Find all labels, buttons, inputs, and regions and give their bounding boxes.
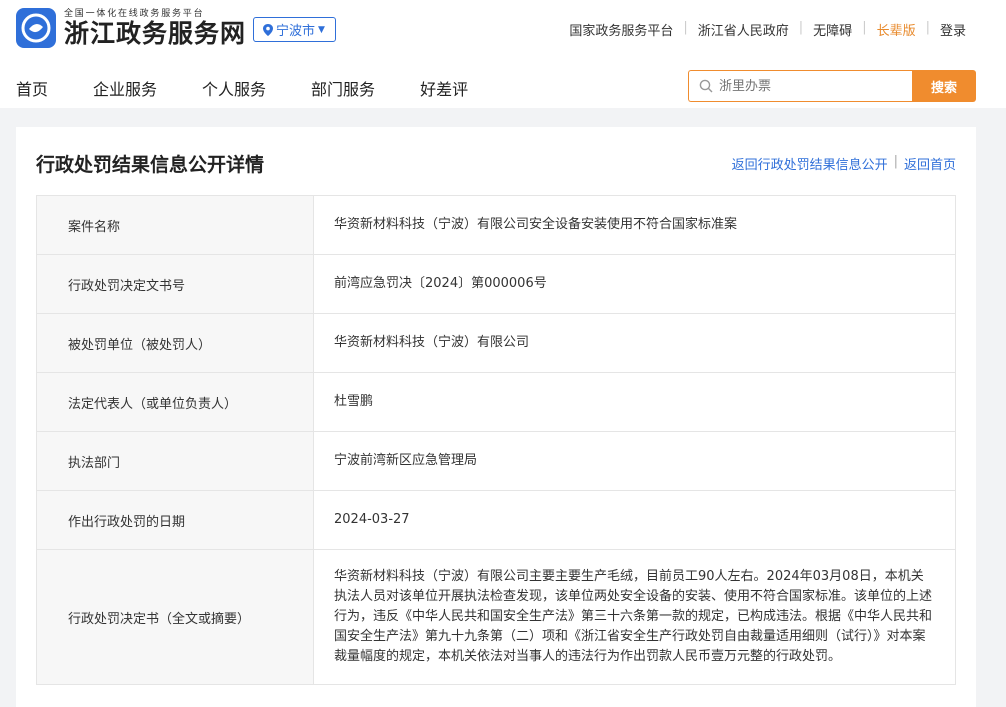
field-label: 行政处罚决定书（全文或摘要） — [36, 549, 314, 685]
field-value: 宁波前湾新区应急管理局 — [313, 431, 956, 491]
link-national-platform[interactable]: 国家政务服务平台 — [559, 20, 683, 39]
region-selector[interactable]: 宁波市 ▼ — [253, 17, 336, 42]
back-to-list-link[interactable]: 返回行政处罚结果信息公开 — [732, 154, 888, 173]
detail-table: 案件名称 华资新材料科技（宁波）有限公司安全设备安装使用不符合国家标准案 行政处… — [36, 195, 956, 685]
search-box — [688, 70, 912, 102]
field-label: 被处罚单位（被处罚人） — [36, 313, 314, 373]
search-icon — [699, 79, 713, 93]
link-accessibility[interactable]: 无障碍 — [803, 20, 862, 39]
main-nav: 首页 企业服务 个人服务 部门服务 好差评 — [16, 76, 513, 100]
nav-item-home[interactable]: 首页 — [16, 76, 48, 100]
field-label: 执法部门 — [36, 431, 314, 491]
site-header: 全国一体化在线政务服务平台 浙江政务服务网 宁波市 ▼ 国家政务服务平台 | 浙… — [0, 0, 1006, 108]
field-value: 杜雪鹏 — [313, 372, 956, 432]
nav-item-personal[interactable]: 个人服务 — [202, 76, 266, 100]
field-label: 法定代表人（或单位负责人） — [36, 372, 314, 432]
divider: | — [893, 154, 898, 169]
logo-icon — [16, 8, 56, 48]
field-label: 作出行政处罚的日期 — [36, 490, 314, 550]
table-row: 法定代表人（或单位负责人） 杜雪鹏 — [36, 372, 956, 432]
search-button[interactable]: 搜索 — [912, 70, 976, 102]
back-home-link[interactable]: 返回首页 — [904, 154, 956, 173]
link-provincial-government[interactable]: 浙江省人民政府 — [688, 20, 799, 39]
table-row: 作出行政处罚的日期 2024-03-27 — [36, 490, 956, 550]
table-row: 被处罚单位（被处罚人） 华资新材料科技（宁波）有限公司 — [36, 313, 956, 373]
logo-title: 浙江政务服务网 — [64, 19, 247, 48]
login-link[interactable]: 登录 — [930, 20, 976, 39]
search-bar: 搜索 — [688, 70, 976, 102]
back-links: 返回行政处罚结果信息公开 | 返回首页 — [732, 154, 956, 173]
site-logo[interactable]: 全国一体化在线政务服务平台 浙江政务服务网 — [16, 8, 246, 48]
field-value: 华资新材料科技（宁波）有限公司安全设备安装使用不符合国家标准案 — [313, 195, 956, 255]
field-value: 2024-03-27 — [313, 490, 956, 550]
field-value: 华资新材料科技（宁波）有限公司 — [313, 313, 956, 373]
page-title: 行政处罚结果信息公开详情 — [36, 154, 265, 176]
nav-item-department[interactable]: 部门服务 — [311, 76, 375, 100]
table-row: 行政处罚决定书（全文或摘要） 华资新材料科技（宁波）有限公司主要主要生产毛绒，目… — [36, 549, 956, 685]
table-row: 行政处罚决定文书号 前湾应急罚决〔2024〕第000006号 — [36, 254, 956, 314]
chevron-down-icon: ▼ — [318, 24, 325, 35]
field-label: 行政处罚决定文书号 — [36, 254, 314, 314]
location-pin-icon — [263, 23, 273, 36]
search-input[interactable] — [719, 78, 889, 94]
field-label: 案件名称 — [36, 195, 314, 255]
table-row: 案件名称 华资新材料科技（宁波）有限公司安全设备安装使用不符合国家标准案 — [36, 195, 956, 255]
top-links: 国家政务服务平台 | 浙江省人民政府 | 无障碍 | 长辈版 | 登录 — [559, 20, 976, 39]
nav-item-enterprise[interactable]: 企业服务 — [93, 76, 157, 100]
nav-item-feedback[interactable]: 好差评 — [420, 76, 468, 100]
detail-panel: 行政处罚结果信息公开详情 返回行政处罚结果信息公开 | 返回首页 案件名称 华资… — [16, 127, 976, 707]
field-value: 前湾应急罚决〔2024〕第000006号 — [313, 254, 956, 314]
table-row: 执法部门 宁波前湾新区应急管理局 — [36, 431, 956, 491]
field-value: 华资新材料科技（宁波）有限公司主要主要生产毛绒，目前员工90人左右。2024年0… — [313, 549, 956, 685]
region-label: 宁波市 — [276, 24, 316, 39]
link-elder-version[interactable]: 长辈版 — [867, 20, 926, 39]
